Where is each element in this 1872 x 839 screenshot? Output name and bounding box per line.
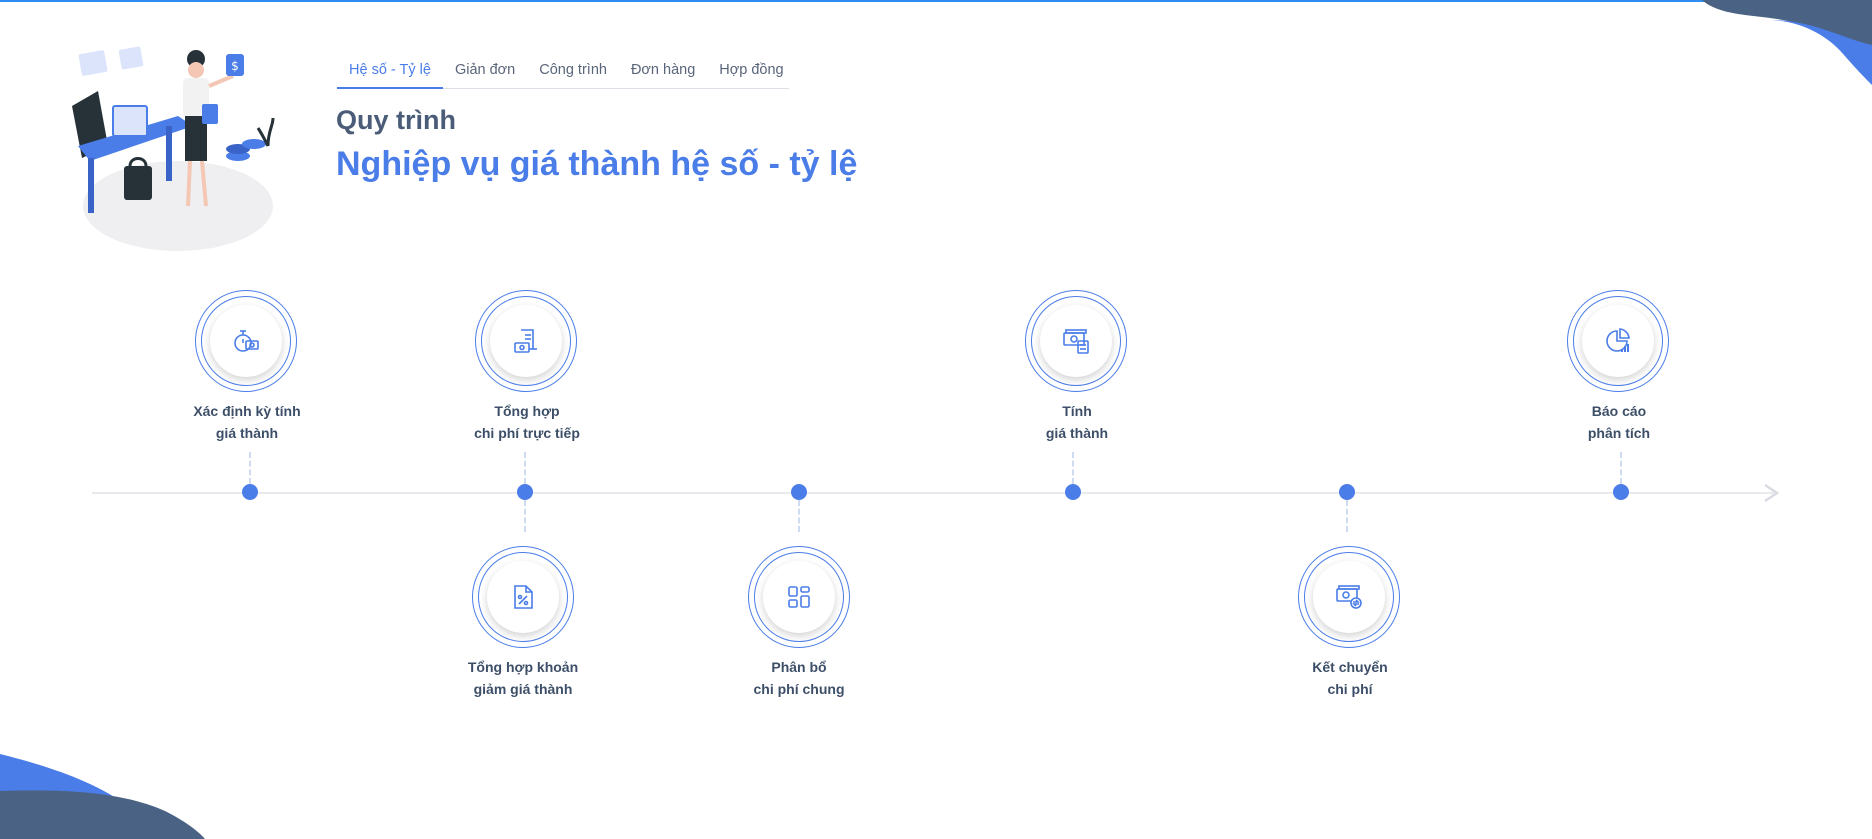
step-label: Phân bổ chi phí chung bbox=[753, 659, 845, 697]
office-worker-illustration: $ bbox=[72, 46, 275, 251]
step-connector bbox=[1072, 452, 1074, 484]
money-transfer-icon bbox=[1336, 585, 1362, 609]
tab-don-hang[interactable]: Đơn hàng bbox=[619, 57, 707, 87]
timeline-dot bbox=[1065, 484, 1081, 500]
svg-text:$: $ bbox=[231, 59, 239, 73]
page-subtitle: Quy trình bbox=[336, 105, 456, 135]
tab-hop-dong[interactable]: Hợp đồng bbox=[707, 57, 795, 87]
step-ket-chuyen-chi-phi[interactable] bbox=[1298, 546, 1400, 648]
step-label: Tính giá thành bbox=[1045, 403, 1109, 441]
step-connector bbox=[524, 500, 526, 532]
tab-cong-trinh[interactable]: Công trình bbox=[527, 57, 619, 87]
step-tinh-gia-thanh[interactable] bbox=[1025, 290, 1127, 392]
timeline-dot bbox=[1613, 484, 1629, 500]
corner-decoration-bottom-left bbox=[0, 754, 205, 839]
step-tong-hop-khoan-giam-gia-thanh[interactable] bbox=[472, 546, 574, 648]
timeline-dot bbox=[517, 484, 533, 500]
step-connector bbox=[249, 452, 251, 484]
step-label: Tổng hợp chi phí trực tiếp bbox=[474, 403, 580, 441]
step-connector bbox=[1620, 452, 1622, 484]
timeline-dot bbox=[791, 484, 807, 500]
step-label: Báo cáo phân tích bbox=[1587, 403, 1651, 441]
percent-document-icon bbox=[514, 585, 533, 609]
step-label: Tổng hợp khoản giảm giá thành bbox=[467, 659, 579, 697]
grid-layout-icon bbox=[788, 586, 810, 608]
receipt-money-icon bbox=[514, 329, 537, 353]
timeline-dot bbox=[242, 484, 258, 500]
corner-decoration-top-right bbox=[1702, 0, 1872, 85]
tab-gian-don[interactable]: Giản đơn bbox=[443, 57, 527, 87]
money-calculator-icon bbox=[1063, 329, 1089, 354]
step-label: Xác định kỳ tính giá thành bbox=[193, 403, 301, 441]
step-tong-hop-chi-phi-truc-tiep[interactable] bbox=[475, 290, 577, 392]
page-title: Nghiệp vụ giá thành hệ số - tỷ lệ bbox=[336, 145, 858, 183]
tab-bar: Hệ số - Tỷ lệ Giản đơn Công trình Đơn hà… bbox=[337, 57, 789, 89]
stopwatch-money-icon bbox=[234, 330, 259, 352]
pie-chart-bars-icon bbox=[1606, 328, 1630, 352]
top-accent-line bbox=[0, 0, 1872, 2]
step-connector bbox=[798, 500, 800, 532]
timeline-line bbox=[92, 492, 1774, 494]
step-xac-dinh-ky-tinh-gia-thanh[interactable] bbox=[195, 290, 297, 392]
step-connector bbox=[524, 452, 526, 484]
step-label: Kết chuyển chi phí bbox=[1312, 659, 1388, 697]
timeline-arrow-icon bbox=[1764, 483, 1780, 503]
timeline-dot bbox=[1339, 484, 1355, 500]
tab-he-so-ty-le[interactable]: Hệ số - Tỷ lệ bbox=[337, 57, 443, 89]
step-connector bbox=[1346, 500, 1348, 532]
step-bao-cao-phan-tich[interactable] bbox=[1567, 290, 1669, 392]
step-phan-bo-chi-phi-chung[interactable] bbox=[748, 546, 850, 648]
